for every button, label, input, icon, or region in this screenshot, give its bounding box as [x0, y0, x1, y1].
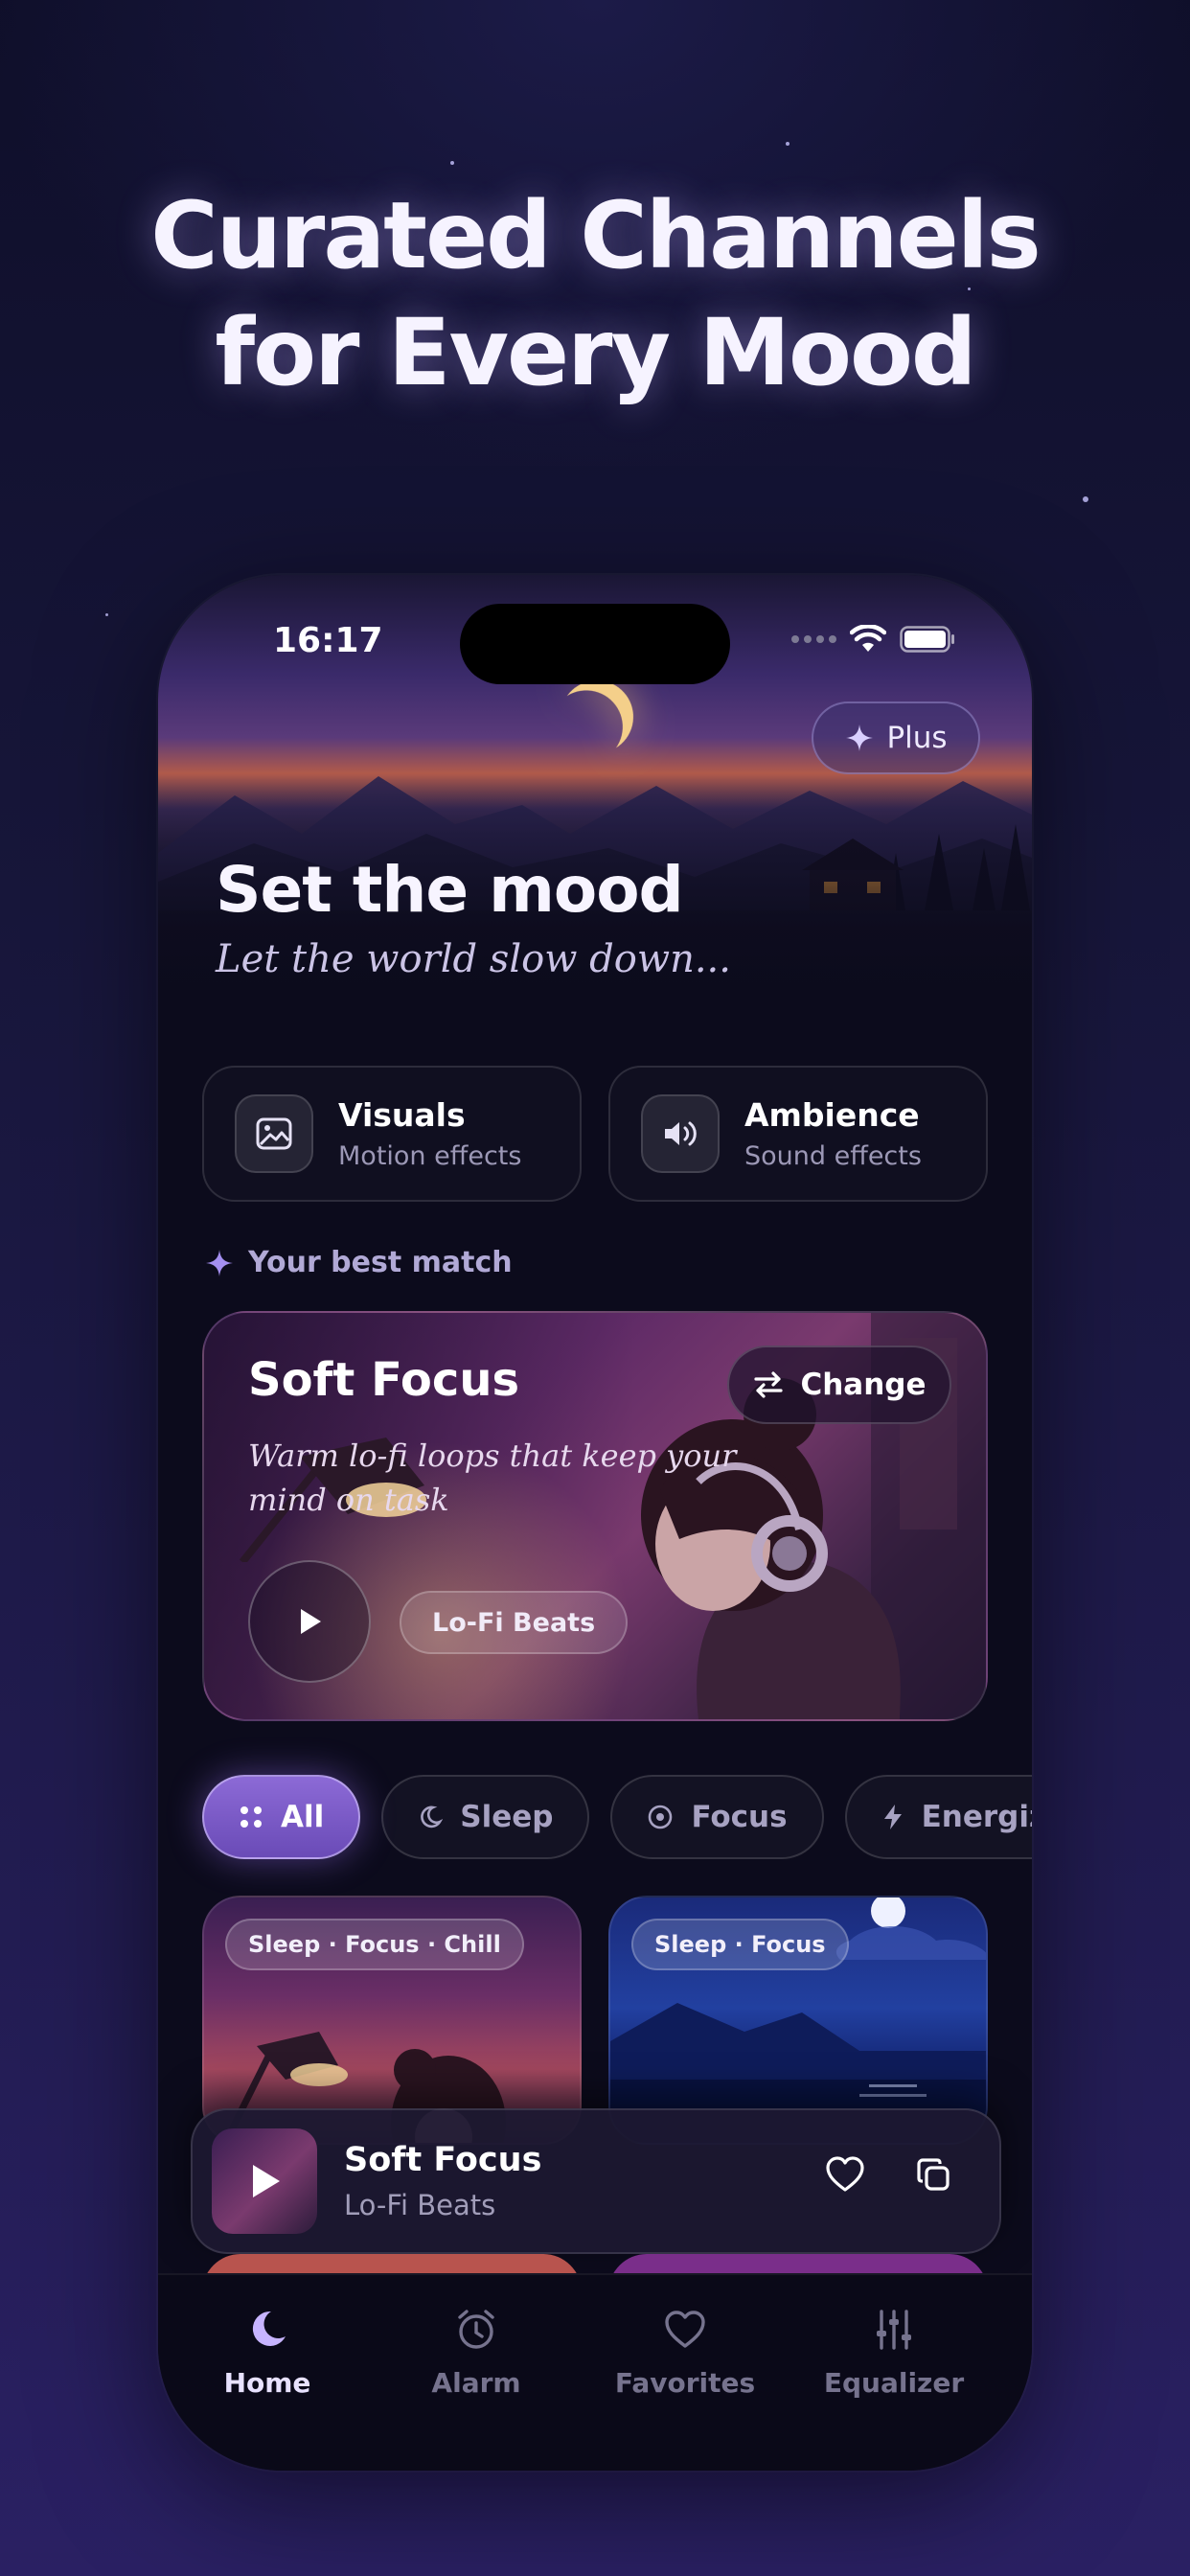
visuals-subtitle: Motion effects — [338, 1141, 522, 1171]
filter-chip-focus[interactable]: Focus — [610, 1775, 824, 1859]
hero-subtitle: Let the world slow down... — [216, 937, 731, 981]
copy-icon[interactable] — [915, 2156, 951, 2193]
filter-chip-label: Sleep — [460, 1800, 554, 1834]
change-label: Change — [800, 1368, 927, 1402]
tab-home[interactable]: Home — [158, 2308, 377, 2399]
hero-banner: 16:17 Plus Set the mood Let the world sl… — [158, 575, 1032, 1025]
tab-label: Equalizer — [823, 2367, 965, 2399]
plus-button[interactable]: Plus — [812, 702, 980, 774]
moon-icon — [421, 1806, 444, 1828]
filter-chips: All Sleep Focus Energize — [202, 1775, 1032, 1859]
channel-tile[interactable]: Sleep · Focus — [608, 1896, 988, 2145]
sparkle-icon — [206, 1249, 233, 1276]
now-playing-thumbnail[interactable] — [212, 2128, 317, 2234]
status-indicators — [791, 625, 955, 654]
alarm-clock-icon — [458, 2310, 494, 2349]
play-button[interactable] — [248, 1560, 371, 1683]
ambience-title: Ambience — [744, 1096, 920, 1134]
tab-label: Alarm — [431, 2367, 521, 2399]
visuals-card[interactable]: Visuals Motion effects — [202, 1066, 582, 1202]
play-icon — [253, 2165, 280, 2197]
tiles-peek — [158, 2254, 1032, 2273]
ambience-subtitle: Sound effects — [744, 1141, 922, 1171]
filter-chip-all[interactable]: All — [202, 1775, 361, 1859]
tab-bar: Home Alarm Favorites Equalizer — [158, 2273, 1032, 2471]
channel-tile[interactable]: Sleep · Focus · Chill — [202, 1896, 582, 2145]
heart-icon[interactable] — [825, 2156, 865, 2193]
filter-chip-sleep[interactable]: Sleep — [381, 1775, 590, 1859]
speaker-icon — [641, 1094, 720, 1173]
best-match-label: Your best match — [204, 1246, 513, 1279]
filter-chip-label: Focus — [691, 1800, 788, 1834]
star-decoration — [450, 161, 454, 165]
now-playing-bar[interactable]: Soft Focus Lo-Fi Beats — [191, 2108, 1001, 2254]
headline-line-1: Curated Channels — [150, 182, 1041, 289]
sparkle-icon — [846, 724, 874, 751]
grid-dots-icon — [240, 1806, 262, 1828]
headline-line-2: for Every Mood — [215, 299, 976, 406]
now-playing-actions — [825, 2156, 951, 2193]
image-icon — [235, 1094, 313, 1173]
filter-chip-label: Energize — [921, 1800, 1032, 1834]
now-playing-subtitle: Lo-Fi Beats — [344, 2189, 496, 2221]
tab-label: Favorites — [614, 2367, 756, 2399]
wifi-icon — [850, 625, 886, 652]
filter-chip-label: All — [281, 1800, 325, 1834]
play-icon — [301, 1609, 321, 1634]
hero-title: Set the mood — [216, 853, 684, 927]
visuals-title: Visuals — [338, 1096, 466, 1134]
tab-equalizer[interactable]: Equalizer — [785, 2308, 1003, 2399]
bolt-icon — [883, 1805, 902, 1829]
tile-tags: Sleep · Focus — [631, 1919, 849, 1970]
phone-frame: 16:17 Plus Set the mood Let the world sl… — [158, 575, 1032, 2471]
best-match-card[interactable]: Soft Focus Warm lo-fi loops that keep yo… — [202, 1311, 988, 1721]
signal-dots-icon — [791, 635, 836, 643]
best-match-description: Warm lo-fi loops that keep your mind on … — [248, 1438, 737, 1518]
ambience-card[interactable]: Ambience Sound effects — [608, 1066, 988, 1202]
best-match-text: Your best match — [248, 1246, 513, 1279]
filter-chip-energize[interactable]: Energize — [844, 1775, 1032, 1859]
marketing-headline: Curated Channels for Every Mood — [0, 177, 1190, 411]
swap-arrows-icon — [754, 1371, 784, 1398]
tile-tags: Sleep · Focus · Chill — [225, 1919, 524, 1970]
battery-icon — [900, 626, 954, 653]
tab-alarm[interactable]: Alarm — [367, 2308, 585, 2399]
tab-label: Home — [223, 2367, 311, 2399]
dynamic-island — [460, 604, 730, 684]
tab-favorites[interactable]: Favorites — [576, 2308, 794, 2399]
star-decoration — [786, 142, 790, 146]
status-time: 16:17 — [273, 621, 383, 660]
heart-icon — [665, 2311, 705, 2348]
star-decoration — [1083, 496, 1088, 502]
equalizer-icon — [877, 2310, 911, 2350]
star-decoration — [105, 613, 108, 616]
now-playing-title: Soft Focus — [344, 2141, 542, 2179]
target-icon — [649, 1805, 673, 1829]
change-button[interactable]: Change — [727, 1346, 951, 1424]
genre-tag[interactable]: Lo-Fi Beats — [400, 1591, 629, 1654]
best-match-title: Soft Focus — [248, 1353, 520, 1407]
plus-label: Plus — [886, 721, 948, 755]
moon-icon — [252, 2311, 286, 2346]
